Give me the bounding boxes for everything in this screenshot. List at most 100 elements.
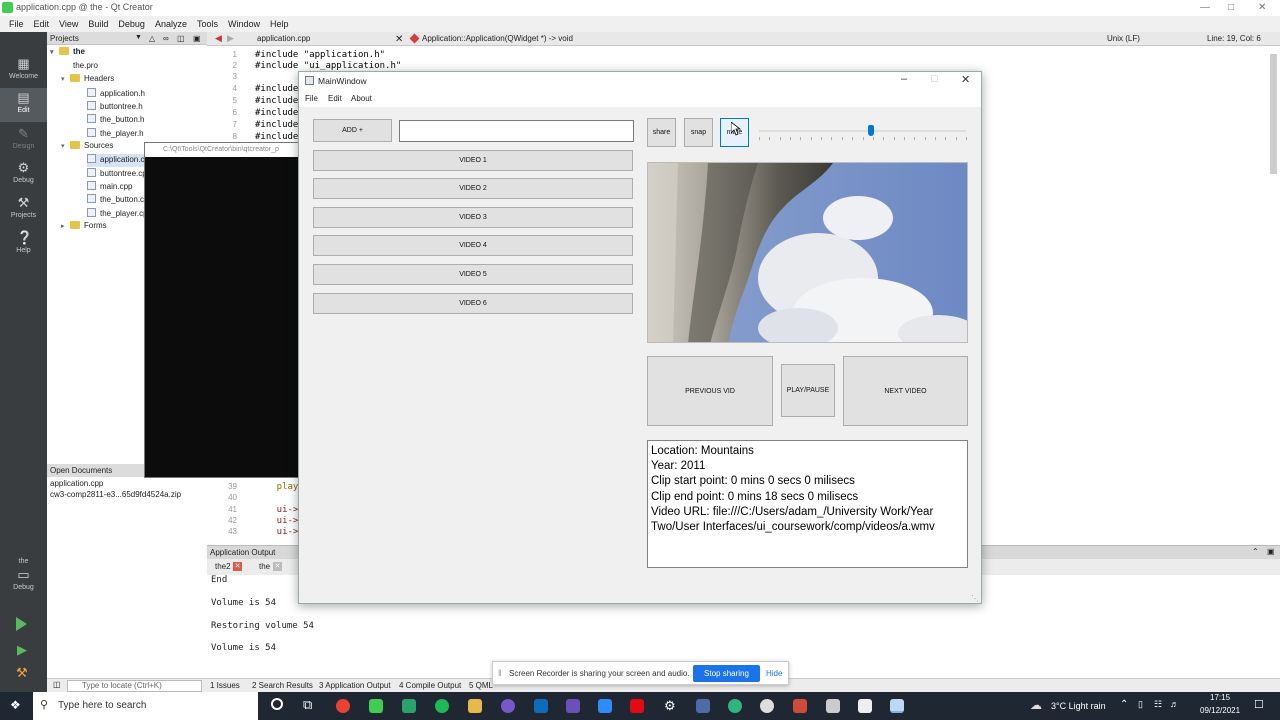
close-tab-icon[interactable]: ✕: [233, 562, 242, 571]
maximize-panel-icon[interactable]: ⌃: [1252, 547, 1259, 556]
filter-icon[interactable]: △: [149, 34, 155, 43]
cortana-icon[interactable]: [271, 698, 283, 710]
volume-slider-track[interactable]: [759, 130, 966, 132]
snap-button[interactable]: snap: [684, 118, 713, 147]
chrome-icon[interactable]: [336, 699, 350, 713]
task-view-icon[interactable]: ⧉: [303, 697, 312, 713]
menu-build[interactable]: Build: [83, 16, 113, 32]
tree-item-file[interactable]: buttontree.h: [87, 101, 143, 114]
run-target-selector[interactable]: the ▭ Debug: [0, 556, 47, 604]
menu-view[interactable]: View: [54, 16, 83, 32]
mw-menu-edit[interactable]: Edit: [328, 94, 342, 103]
video-5-button[interactable]: VIDEO 5: [313, 264, 633, 285]
messenger-icon[interactable]: [501, 699, 515, 713]
open-document-item[interactable]: cw3-comp2811-e3...65d9fd4524a.zip: [50, 490, 181, 499]
status-application-output[interactable]: 3 Application Output: [319, 681, 391, 690]
tree-item-file[interactable]: main.cpp: [87, 181, 132, 194]
tree-item-file[interactable]: buttontree.cpp: [87, 168, 151, 181]
netflix-icon[interactable]: [630, 699, 644, 713]
tree-item-file[interactable]: application.h: [87, 88, 145, 101]
status-issues[interactable]: 1 Issues: [210, 681, 240, 690]
close-file-icon[interactable]: ✕: [395, 34, 403, 45]
open-document-item[interactable]: application.cpp: [50, 479, 103, 488]
main-window-taskbar-icon[interactable]: [890, 699, 904, 713]
close-panel-icon[interactable]: ▣: [193, 34, 201, 43]
tree-item-file[interactable]: the_player.cpp: [87, 208, 152, 221]
expand-icon[interactable]: ▸: [61, 222, 70, 230]
editor-scrollbar[interactable]: [1270, 54, 1277, 174]
clock-time[interactable]: 17:15: [1210, 693, 1230, 702]
forward-arrow-icon[interactable]: ▶: [227, 33, 234, 44]
menu-tools[interactable]: Tools: [192, 16, 223, 32]
run-icon[interactable]: [16, 617, 27, 631]
editor-file-tab[interactable]: application.cpp: [257, 34, 310, 43]
menu-window[interactable]: Window: [223, 16, 265, 32]
chevron-down-icon[interactable]: ▼: [135, 34, 142, 41]
debug-run-icon[interactable]: ▶: [17, 642, 27, 658]
menu-debug[interactable]: Debug: [113, 16, 150, 32]
tree-item-forms[interactable]: ▸ Forms: [61, 221, 107, 234]
status-compile-output[interactable]: 4 Compile Output: [399, 681, 461, 690]
menu-edit[interactable]: Edit: [29, 16, 55, 32]
tree-item-root[interactable]: ▾ the: [50, 47, 85, 60]
minimize-icon[interactable]: —: [1200, 2, 1210, 13]
function-crumb[interactable]: Application::Application(QWidget *) -> v…: [422, 34, 573, 43]
maximize-icon[interactable]: □: [931, 73, 938, 85]
add-video-button[interactable]: ADD +: [313, 119, 392, 142]
output-tab[interactable]: the: [259, 562, 270, 571]
next-video-button[interactable]: NEXT VIDEO: [843, 356, 968, 426]
maximize-icon[interactable]: □: [1228, 2, 1234, 13]
stop-sharing-button[interactable]: Stop sharing: [693, 665, 760, 682]
status-search-results[interactable]: 2 Search Results: [252, 681, 313, 690]
mw-menu-file[interactable]: File: [305, 94, 318, 103]
zoom-icon[interactable]: [598, 699, 612, 713]
hide-share-bar-button[interactable]: Hide: [766, 669, 782, 678]
volume-icon[interactable]: ♬: [1170, 699, 1179, 709]
add-path-input[interactable]: [399, 120, 634, 142]
collapse-icon[interactable]: ▾: [61, 142, 70, 150]
mode-debug[interactable]: ⚙ Debug: [0, 158, 47, 192]
close-panel-icon[interactable]: ▣: [1267, 547, 1275, 556]
sidebar-toggle-icon[interactable]: ◫: [53, 680, 61, 689]
collapse-icon[interactable]: ▾: [50, 48, 59, 56]
mode-welcome[interactable]: ▦ Welcome: [0, 54, 47, 88]
menu-analyze[interactable]: Analyze: [150, 16, 192, 32]
mode-help[interactable]: ❔ Help: [0, 228, 47, 262]
tree-item-sources[interactable]: ▾ Sources: [61, 141, 113, 154]
app-icon[interactable]: [858, 699, 872, 713]
weather-text[interactable]: 3°C Light rain: [1051, 701, 1106, 711]
network-icon[interactable]: ☷: [1154, 699, 1162, 710]
visual-studio-icon[interactable]: [566, 699, 580, 713]
clock-date[interactable]: 09/12/2021: [1200, 706, 1240, 715]
tree-item-file[interactable]: the_button.h: [87, 114, 144, 127]
chevron-up-icon[interactable]: ⌃: [1120, 699, 1128, 710]
windows-start-icon[interactable]: ❖: [10, 698, 21, 712]
locator-input[interactable]: Type to locate (Ctrl+K): [67, 680, 202, 692]
play-pause-button[interactable]: PLAY/PAUSE: [781, 364, 835, 417]
menu-help[interactable]: Help: [265, 16, 294, 32]
qt-creator-taskbar-icon[interactable]: [369, 699, 383, 713]
app-icon[interactable]: [696, 699, 710, 713]
mode-edit[interactable]: ▤ Edit: [0, 88, 47, 122]
tree-item-file[interactable]: the_player.h: [87, 128, 144, 141]
mode-projects[interactable]: ⚒ Projects: [0, 193, 47, 227]
build-hammer-icon[interactable]: ⚒: [16, 665, 28, 681]
qt-app-icon[interactable]: [402, 699, 416, 713]
line-ending-selector[interactable]: Unix (LF): [1107, 34, 1140, 43]
outlook-icon[interactable]: [534, 699, 548, 713]
output-tab[interactable]: the2: [215, 562, 231, 571]
previous-video-button[interactable]: PREVIOUS VID: [647, 356, 773, 426]
video-3-button[interactable]: VIDEO 3: [313, 207, 633, 228]
video-1-button[interactable]: VIDEO 1: [313, 150, 633, 171]
close-icon[interactable]: ✕: [1258, 2, 1266, 13]
notifications-icon[interactable]: ☐: [1254, 698, 1264, 711]
drag-handle-icon[interactable]: ‖: [498, 668, 502, 678]
tree-item-pro[interactable]: the.pro: [73, 61, 98, 74]
spotify-icon[interactable]: [435, 699, 449, 713]
tree-item-headers[interactable]: ▾ Headers: [61, 74, 114, 87]
split-icon[interactable]: ◫: [177, 34, 185, 43]
minimize-icon[interactable]: –: [901, 73, 907, 85]
close-tab-icon[interactable]: ✕: [273, 562, 282, 571]
close-icon[interactable]: ✕: [961, 73, 970, 86]
resize-grip-icon[interactable]: ⋱: [971, 594, 979, 603]
